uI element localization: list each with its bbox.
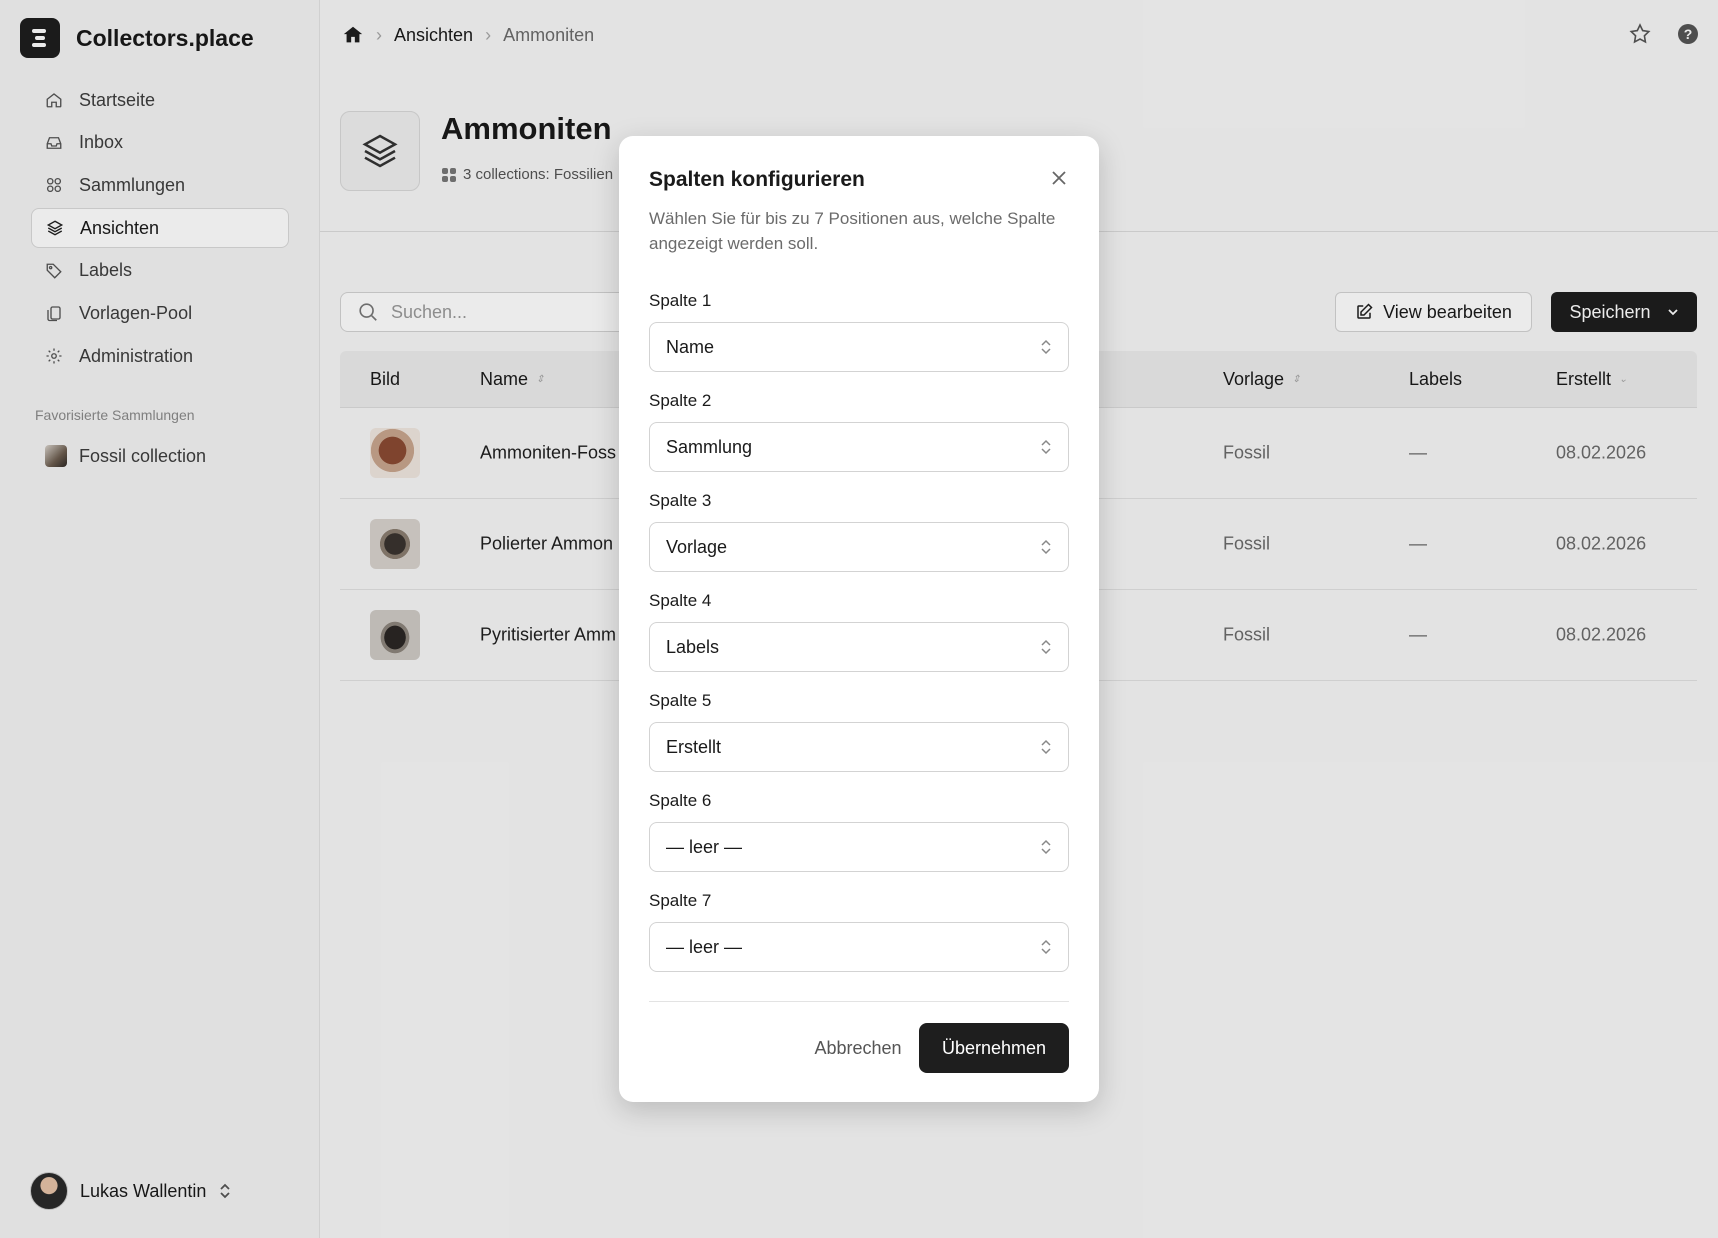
field-label: Spalte 1	[649, 291, 712, 310]
field-label: Spalte 5	[649, 691, 712, 710]
column-6-field: Spalte 6 — leer —	[649, 791, 1069, 872]
column-2-field: Spalte 2 Sammlung	[649, 391, 1069, 472]
column-5-select[interactable]: Erstellt	[649, 722, 1069, 772]
column-4-field: Spalte 4 Labels	[649, 591, 1069, 672]
chevron-up-down-icon	[1041, 839, 1051, 855]
select-value: — leer —	[666, 836, 743, 857]
close-icon[interactable]	[1049, 168, 1069, 188]
field-label: Spalte 6	[649, 791, 712, 810]
cancel-button[interactable]: Abbrechen	[793, 1023, 923, 1073]
select-value: Labels	[666, 636, 720, 657]
field-label: Spalte 3	[649, 491, 712, 510]
dialog-title: Spalten konfigurieren	[649, 168, 865, 191]
column-3-field: Spalte 3 Vorlage	[649, 491, 1069, 572]
chevron-up-down-icon	[1041, 539, 1051, 555]
select-value: Name	[666, 336, 715, 357]
column-1-select[interactable]: Name	[649, 322, 1069, 372]
select-value: Vorlage	[666, 536, 728, 557]
column-5-field: Spalte 5 Erstellt	[649, 691, 1069, 772]
chevron-up-down-icon	[1041, 339, 1051, 355]
chevron-up-down-icon	[1041, 739, 1051, 755]
column-1-field: Spalte 1 Name	[649, 291, 1069, 372]
select-value: Erstellt	[666, 736, 722, 757]
configure-columns-dialog: Spalten konfigurieren Wählen Sie für bis…	[619, 136, 1099, 1102]
dialog-divider	[649, 1001, 1069, 1002]
field-label: Spalte 2	[649, 391, 712, 410]
dialog-description: Wählen Sie für bis zu 7 Positionen aus, …	[649, 209, 1056, 253]
column-2-select[interactable]: Sammlung	[649, 422, 1069, 472]
apply-button[interactable]: Übernehmen	[919, 1023, 1069, 1073]
column-4-select[interactable]: Labels	[649, 622, 1069, 672]
field-label: Spalte 4	[649, 591, 712, 610]
column-6-select[interactable]: — leer —	[649, 822, 1069, 872]
chevron-up-down-icon	[1041, 639, 1051, 655]
column-7-select[interactable]: — leer —	[649, 922, 1069, 972]
column-7-field: Spalte 7 — leer —	[649, 891, 1069, 972]
chevron-up-down-icon	[1041, 439, 1051, 455]
column-3-select[interactable]: Vorlage	[649, 522, 1069, 572]
select-value: — leer —	[666, 936, 743, 957]
chevron-up-down-icon	[1041, 939, 1051, 955]
field-label: Spalte 7	[649, 891, 712, 910]
select-value: Sammlung	[666, 436, 753, 457]
